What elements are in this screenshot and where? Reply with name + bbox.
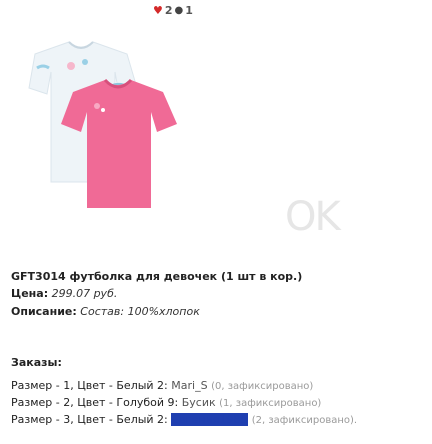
order-row: Размер - 3, Цвет - Белый 2: Евгения1985 …: [11, 413, 357, 426]
order-note: (0, зафиксировано): [211, 381, 314, 392]
description-value: Состав: 100%хлопок: [80, 305, 200, 318]
order-note: (2, зафиксировано).: [251, 415, 358, 426]
price-row: Цена: 299.07 руб.: [11, 287, 117, 300]
comment-icon[interactable]: ●: [175, 5, 184, 16]
description-label: Описание:: [11, 305, 77, 318]
heart-icon[interactable]: ♥: [153, 4, 163, 17]
order-row: Размер - 2, Цвет - Голубой 9: Бусик (1, …: [11, 396, 321, 409]
order-user[interactable]: Бусик: [182, 396, 216, 409]
comments-count: 1: [185, 4, 193, 17]
product-image[interactable]: [11, 32, 191, 230]
watermark-logo: OK: [285, 194, 341, 240]
order-size: Размер - 2, Цвет - Голубой 9:: [11, 396, 179, 409]
order-user[interactable]: Mari_S: [171, 379, 207, 392]
order-size: Размер - 3, Цвет - Белый 2:: [11, 413, 168, 426]
order-size: Размер - 1, Цвет - Белый 2:: [11, 379, 168, 392]
orders-label: Заказы:: [11, 356, 62, 369]
product-title: GFT3014 футболка для девочек (1 шт в кор…: [11, 270, 303, 283]
order-note: (1, зафиксировано): [219, 398, 322, 409]
order-user-highlighted[interactable]: Евгения1985: [171, 413, 249, 426]
likes-count: 2: [164, 4, 173, 17]
order-row: Размер - 1, Цвет - Белый 2: Mari_S (0, з…: [11, 379, 313, 392]
price-value: 299.07 руб.: [51, 287, 118, 300]
counters: ♥ 2 ● 1: [153, 4, 193, 17]
description-row: Описание: Состав: 100%хлопок: [11, 305, 200, 318]
price-label: Цена:: [11, 287, 49, 300]
